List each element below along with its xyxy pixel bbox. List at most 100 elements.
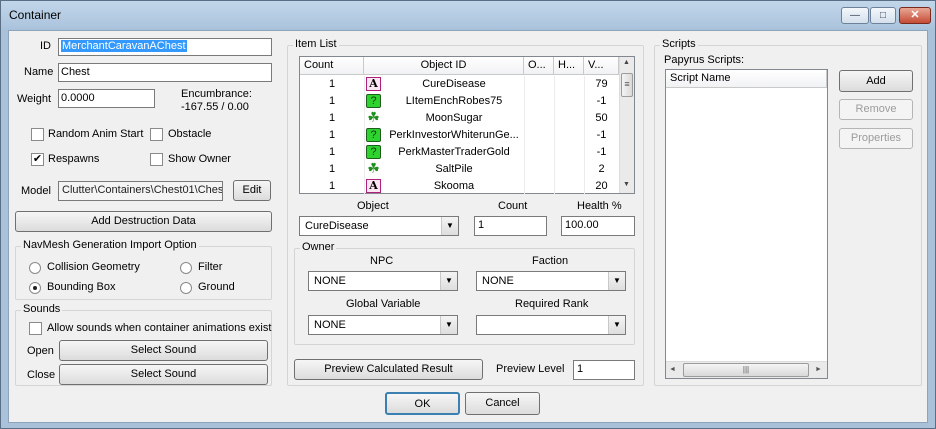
column-separator [584,76,585,93]
respawns-checkbox[interactable]: ✔ [31,153,44,166]
chevron-down-icon[interactable]: ▼ [441,217,458,235]
add-script-button[interactable]: Add [839,70,913,92]
ground-label: Ground [198,281,235,293]
name-label: Name [24,66,54,78]
open-select-sound-button[interactable]: Select Sound [59,340,268,361]
row-object-id: LItemEnchRobes75 [405,95,503,107]
table-row[interactable]: 1 MoonSugar 50 ☘ [300,110,619,127]
bounding-box-label: Bounding Box [47,281,116,293]
remove-script-button[interactable]: Remove [839,99,913,120]
chevron-down-icon[interactable]: ▼ [608,272,625,290]
script-properties-button[interactable]: Properties [839,128,913,149]
scripts-hscrollbar[interactable]: ◄ ||| ► [666,361,827,378]
column-count[interactable]: Count [300,57,364,75]
scroll-thumb[interactable]: ||| [683,363,809,377]
row-value: 79 [595,78,608,90]
row-value: -1 [596,146,607,158]
scroll-icon: ? [366,128,381,142]
row-object-id: MoonSugar [425,112,483,124]
ground-radio[interactable] [180,282,192,294]
column-separator [524,178,525,195]
id-label: ID [40,40,51,52]
table-row[interactable]: 1 SaltPile 2 ☘ [300,161,619,178]
npc-dropdown[interactable]: NONE ▼ [308,271,458,291]
papyrus-scripts-list[interactable]: Script Name ◄ ||| ► [665,69,828,379]
object-dropdown[interactable]: CureDisease ▼ [299,216,459,236]
column-value[interactable]: V... [584,57,619,75]
item-list-scrollbar[interactable]: ▲ ≡ ▼ [619,57,634,193]
column-separator [524,110,525,127]
obstacle-checkbox[interactable] [150,128,163,141]
chevron-down-icon[interactable]: ▼ [440,272,457,290]
close-icon[interactable]: ✕ [899,7,931,24]
id-field[interactable]: MerchantCaravanAChest [58,38,272,56]
weight-field[interactable]: 0.0000 [58,89,155,108]
weight-label: Weight [17,93,52,105]
cancel-button[interactable]: Cancel [465,392,540,415]
count-field[interactable]: 1 [474,216,547,236]
column-owner[interactable]: O... [524,57,554,75]
scroll-right-icon[interactable]: ► [815,366,822,373]
required-rank-dropdown[interactable]: ▼ [476,315,626,335]
allow-sounds-checkbox[interactable] [29,322,42,335]
show-owner-checkbox[interactable] [150,153,163,166]
navmesh-group-title: NavMesh Generation Import Option [21,239,199,251]
papyrus-scripts-label: Papyrus Scripts: [664,54,745,66]
chevron-down-icon[interactable]: ▼ [440,316,457,334]
table-row[interactable]: 1 CureDisease 79 A [300,76,619,93]
table-row[interactable]: 1 PerkMasterTraderGold -1? [300,144,619,161]
encumbrance-value: -167.55 / 0.00 [181,101,249,113]
edit-model-button[interactable]: Edit [233,180,271,201]
health-field[interactable]: 100.00 [561,216,635,236]
column-separator [554,76,555,93]
collision-geometry-radio[interactable] [29,262,41,274]
plant-icon: ☘ [367,160,380,176]
scroll-left-icon[interactable]: ◄ [669,366,676,373]
table-row[interactable]: 1 PerkInvestorWhiterunGe... -1? [300,127,619,144]
column-health[interactable]: H... [554,57,584,75]
column-script-name[interactable]: Script Name [666,70,827,88]
filter-radio[interactable] [180,262,192,274]
random-anim-start-label: Random Anim Start [48,128,144,140]
row-value: 50 [595,112,608,124]
row-object-id: Skooma [433,180,475,192]
column-separator [554,178,555,195]
global-variable-dropdown[interactable]: NONE ▼ [308,315,458,335]
chevron-down-icon[interactable]: ▼ [608,316,625,334]
model-field[interactable]: Clutter\Containers\Chest01\Chest [58,181,223,201]
navmesh-group: NavMesh Generation Import Option Collisi… [15,239,272,300]
bounding-box-radio[interactable] [29,282,41,294]
count-label: Count [498,200,528,212]
column-object-id[interactable]: Object ID [364,57,524,75]
preview-level-field[interactable]: 1 [573,360,635,380]
column-separator [554,161,555,178]
row-count: 1 [328,180,336,192]
title-bar[interactable]: Container — □ ✕ [1,1,935,29]
maximize-icon[interactable]: □ [870,7,896,24]
scroll-up-icon[interactable]: ▲ [623,59,630,66]
name-field[interactable]: Chest [58,63,272,82]
scroll-thumb[interactable]: ≡ [621,73,633,97]
preview-calculated-result-button[interactable]: Preview Calculated Result [294,359,483,380]
obstacle-label: Obstacle [168,128,212,140]
column-separator [524,93,525,110]
random-anim-start-checkbox[interactable] [31,128,44,141]
npc-dropdown-value: NONE [314,275,346,287]
item-list-view[interactable]: Count Object ID O... H... V... 1 CureDise… [299,56,635,195]
table-row[interactable]: 1 LItemEnchRobes75 -1? [300,93,619,110]
add-destruction-data-button[interactable]: Add Destruction Data [15,211,272,232]
scroll-down-icon[interactable]: ▼ [623,181,630,188]
close-select-sound-button[interactable]: Select Sound [59,364,268,385]
ok-button[interactable]: OK [385,392,460,415]
column-separator [584,127,585,144]
column-separator [364,144,365,161]
faction-dropdown[interactable]: NONE ▼ [476,271,626,291]
table-row[interactable]: 1 Skooma 20 A [300,178,619,195]
column-separator [554,127,555,144]
column-separator [584,110,585,127]
minimize-icon[interactable]: — [841,7,869,24]
column-separator [364,110,365,127]
column-separator [364,178,365,195]
row-value: -1 [596,129,607,141]
id-field-value: MerchantCaravanAChest [61,40,187,52]
